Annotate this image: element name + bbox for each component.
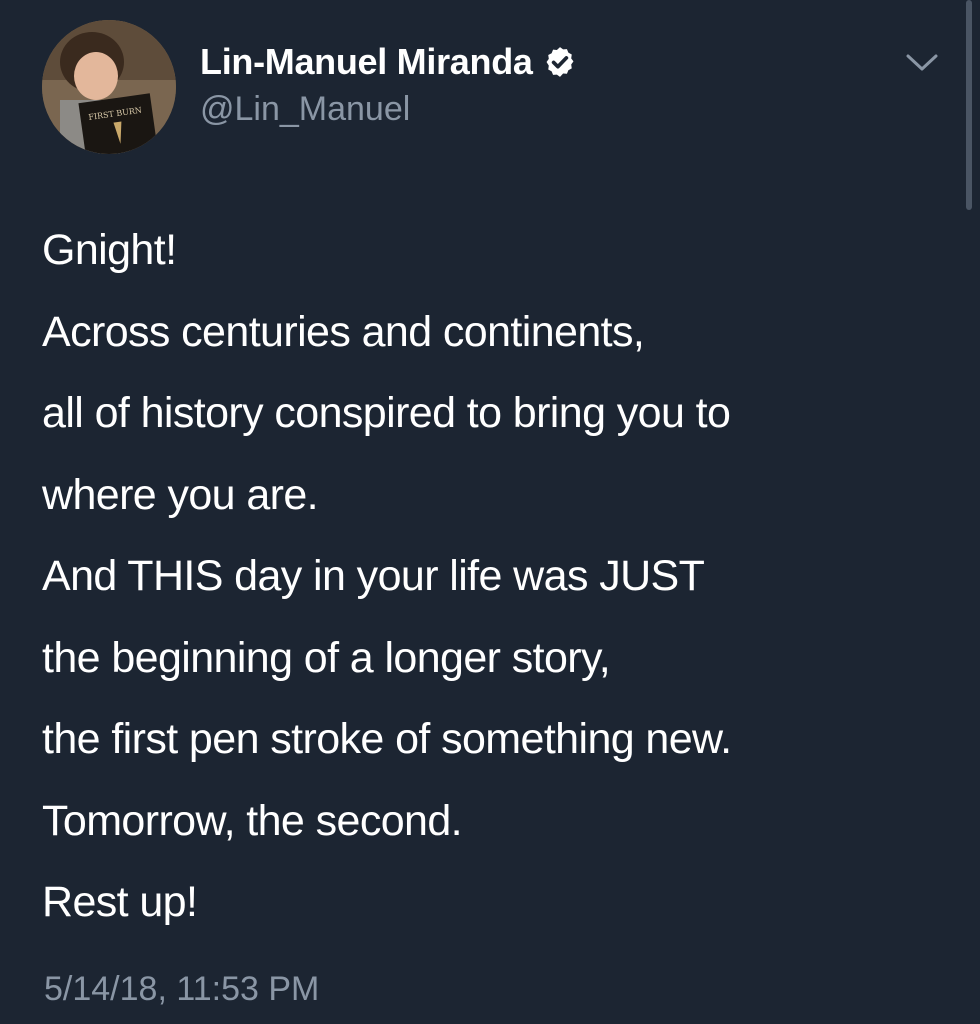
avatar[interactable]: FIRST BURN bbox=[42, 20, 176, 154]
timestamp[interactable]: 5/14/18, 11:53 PM bbox=[44, 970, 319, 1009]
tweet-line: the beginning of a longer story, bbox=[42, 633, 611, 682]
tweet-line: And THIS day in your life was JUST bbox=[42, 552, 705, 600]
verified-badge-icon bbox=[546, 47, 574, 77]
chevron-down-icon[interactable] bbox=[900, 44, 944, 80]
display-name-row: Lin-Manuel Miranda bbox=[200, 40, 577, 84]
avatar-photo: FIRST BURN bbox=[42, 20, 176, 154]
tweet-line: where you are. bbox=[42, 470, 319, 519]
tweet: FIRST BURN Lin-Manuel Miranda @Lin_Manue… bbox=[0, 0, 980, 1024]
tweet-text: Gnight! Across centuries and continents,… bbox=[42, 210, 962, 944]
tweet-line: Gnight! bbox=[42, 226, 177, 274]
display-name[interactable]: Lin-Manuel Miranda bbox=[200, 41, 533, 83]
tweet-line: Tomorrow, the second. bbox=[42, 796, 463, 845]
tweet-line: Across centuries and continents, bbox=[42, 307, 645, 356]
scrollbar[interactable] bbox=[966, 0, 972, 210]
author-info: Lin-Manuel Miranda @Lin_Manuel bbox=[200, 40, 577, 129]
handle[interactable]: @Lin_Manuel bbox=[200, 90, 577, 129]
tweet-line: Rest up! bbox=[42, 878, 198, 926]
tweet-line: the first pen stroke of something new. bbox=[42, 715, 732, 763]
tweet-line: all of history conspired to bring you to bbox=[42, 389, 731, 437]
